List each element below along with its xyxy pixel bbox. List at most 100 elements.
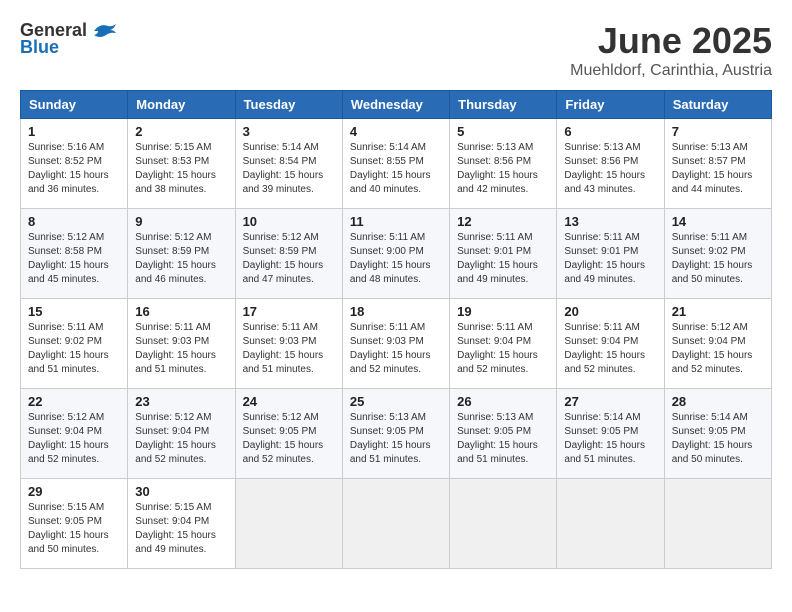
weekday-header-tuesday: Tuesday bbox=[235, 91, 342, 119]
day-cell: 26 Sunrise: 5:13 AMSunset: 9:05 PMDaylig… bbox=[450, 389, 557, 479]
day-info: Sunrise: 5:11 AMSunset: 9:03 PMDaylight:… bbox=[243, 322, 324, 375]
day-number: 12 bbox=[457, 214, 549, 229]
weekday-header-row: SundayMondayTuesdayWednesdayThursdayFrid… bbox=[21, 91, 772, 119]
day-cell: 3 Sunrise: 5:14 AMSunset: 8:54 PMDayligh… bbox=[235, 119, 342, 209]
day-number: 3 bbox=[243, 124, 335, 139]
day-cell: 5 Sunrise: 5:13 AMSunset: 8:56 PMDayligh… bbox=[450, 119, 557, 209]
day-info: Sunrise: 5:11 AMSunset: 9:01 PMDaylight:… bbox=[564, 232, 645, 285]
day-info: Sunrise: 5:12 AMSunset: 8:58 PMDaylight:… bbox=[28, 232, 109, 285]
day-cell bbox=[450, 479, 557, 569]
day-info: Sunrise: 5:11 AMSunset: 9:04 PMDaylight:… bbox=[564, 322, 645, 375]
day-cell: 12 Sunrise: 5:11 AMSunset: 9:01 PMDaylig… bbox=[450, 209, 557, 299]
day-info: Sunrise: 5:15 AMSunset: 8:53 PMDaylight:… bbox=[135, 142, 216, 195]
week-row-2: 8 Sunrise: 5:12 AMSunset: 8:58 PMDayligh… bbox=[21, 209, 772, 299]
day-info: Sunrise: 5:14 AMSunset: 9:05 PMDaylight:… bbox=[564, 412, 645, 465]
day-number: 15 bbox=[28, 304, 120, 319]
logo: General Blue bbox=[20, 20, 118, 58]
day-info: Sunrise: 5:11 AMSunset: 9:02 PMDaylight:… bbox=[672, 232, 753, 285]
day-cell: 1 Sunrise: 5:16 AMSunset: 8:52 PMDayligh… bbox=[21, 119, 128, 209]
day-info: Sunrise: 5:15 AMSunset: 9:05 PMDaylight:… bbox=[28, 502, 109, 555]
day-info: Sunrise: 5:14 AMSunset: 8:54 PMDaylight:… bbox=[243, 142, 324, 195]
calendar-table: SundayMondayTuesdayWednesdayThursdayFrid… bbox=[20, 90, 772, 569]
day-info: Sunrise: 5:12 AMSunset: 9:04 PMDaylight:… bbox=[672, 322, 753, 375]
day-cell: 25 Sunrise: 5:13 AMSunset: 9:05 PMDaylig… bbox=[342, 389, 449, 479]
day-cell bbox=[235, 479, 342, 569]
day-info: Sunrise: 5:11 AMSunset: 9:04 PMDaylight:… bbox=[457, 322, 538, 375]
day-number: 1 bbox=[28, 124, 120, 139]
day-cell: 15 Sunrise: 5:11 AMSunset: 9:02 PMDaylig… bbox=[21, 299, 128, 389]
day-info: Sunrise: 5:12 AMSunset: 9:04 PMDaylight:… bbox=[28, 412, 109, 465]
title-area: June 2025 Muehldorf, Carinthia, Austria bbox=[570, 20, 772, 80]
day-info: Sunrise: 5:16 AMSunset: 8:52 PMDaylight:… bbox=[28, 142, 109, 195]
day-cell bbox=[342, 479, 449, 569]
day-number: 26 bbox=[457, 394, 549, 409]
day-number: 27 bbox=[564, 394, 656, 409]
day-number: 10 bbox=[243, 214, 335, 229]
day-number: 25 bbox=[350, 394, 442, 409]
day-number: 2 bbox=[135, 124, 227, 139]
day-number: 28 bbox=[672, 394, 764, 409]
logo-blue: Blue bbox=[20, 37, 59, 58]
day-cell: 7 Sunrise: 5:13 AMSunset: 8:57 PMDayligh… bbox=[664, 119, 771, 209]
day-cell: 10 Sunrise: 5:12 AMSunset: 8:59 PMDaylig… bbox=[235, 209, 342, 299]
day-cell: 24 Sunrise: 5:12 AMSunset: 9:05 PMDaylig… bbox=[235, 389, 342, 479]
weekday-header-monday: Monday bbox=[128, 91, 235, 119]
day-cell: 6 Sunrise: 5:13 AMSunset: 8:56 PMDayligh… bbox=[557, 119, 664, 209]
week-row-4: 22 Sunrise: 5:12 AMSunset: 9:04 PMDaylig… bbox=[21, 389, 772, 479]
day-info: Sunrise: 5:11 AMSunset: 9:03 PMDaylight:… bbox=[350, 322, 431, 375]
week-row-5: 29 Sunrise: 5:15 AMSunset: 9:05 PMDaylig… bbox=[21, 479, 772, 569]
day-info: Sunrise: 5:12 AMSunset: 9:05 PMDaylight:… bbox=[243, 412, 324, 465]
day-number: 22 bbox=[28, 394, 120, 409]
day-cell bbox=[664, 479, 771, 569]
day-cell: 27 Sunrise: 5:14 AMSunset: 9:05 PMDaylig… bbox=[557, 389, 664, 479]
day-cell: 13 Sunrise: 5:11 AMSunset: 9:01 PMDaylig… bbox=[557, 209, 664, 299]
day-info: Sunrise: 5:11 AMSunset: 9:02 PMDaylight:… bbox=[28, 322, 109, 375]
month-title: June 2025 bbox=[570, 20, 772, 62]
day-info: Sunrise: 5:12 AMSunset: 9:04 PMDaylight:… bbox=[135, 412, 216, 465]
weekday-header-saturday: Saturday bbox=[664, 91, 771, 119]
day-number: 18 bbox=[350, 304, 442, 319]
weekday-header-thursday: Thursday bbox=[450, 91, 557, 119]
day-number: 9 bbox=[135, 214, 227, 229]
day-number: 21 bbox=[672, 304, 764, 319]
day-info: Sunrise: 5:12 AMSunset: 8:59 PMDaylight:… bbox=[243, 232, 324, 285]
day-number: 7 bbox=[672, 124, 764, 139]
day-cell: 19 Sunrise: 5:11 AMSunset: 9:04 PMDaylig… bbox=[450, 299, 557, 389]
day-info: Sunrise: 5:13 AMSunset: 8:56 PMDaylight:… bbox=[457, 142, 538, 195]
day-number: 16 bbox=[135, 304, 227, 319]
location-title: Muehldorf, Carinthia, Austria bbox=[570, 62, 772, 80]
day-info: Sunrise: 5:14 AMSunset: 9:05 PMDaylight:… bbox=[672, 412, 753, 465]
day-info: Sunrise: 5:11 AMSunset: 9:03 PMDaylight:… bbox=[135, 322, 216, 375]
day-cell: 29 Sunrise: 5:15 AMSunset: 9:05 PMDaylig… bbox=[21, 479, 128, 569]
day-cell bbox=[557, 479, 664, 569]
week-row-3: 15 Sunrise: 5:11 AMSunset: 9:02 PMDaylig… bbox=[21, 299, 772, 389]
day-info: Sunrise: 5:14 AMSunset: 8:55 PMDaylight:… bbox=[350, 142, 431, 195]
day-cell: 22 Sunrise: 5:12 AMSunset: 9:04 PMDaylig… bbox=[21, 389, 128, 479]
day-info: Sunrise: 5:15 AMSunset: 9:04 PMDaylight:… bbox=[135, 502, 216, 555]
day-cell: 4 Sunrise: 5:14 AMSunset: 8:55 PMDayligh… bbox=[342, 119, 449, 209]
day-info: Sunrise: 5:11 AMSunset: 9:00 PMDaylight:… bbox=[350, 232, 431, 285]
day-info: Sunrise: 5:13 AMSunset: 9:05 PMDaylight:… bbox=[350, 412, 431, 465]
day-info: Sunrise: 5:11 AMSunset: 9:01 PMDaylight:… bbox=[457, 232, 538, 285]
day-number: 20 bbox=[564, 304, 656, 319]
day-cell: 14 Sunrise: 5:11 AMSunset: 9:02 PMDaylig… bbox=[664, 209, 771, 299]
day-number: 8 bbox=[28, 214, 120, 229]
day-info: Sunrise: 5:12 AMSunset: 8:59 PMDaylight:… bbox=[135, 232, 216, 285]
logo-bird-icon bbox=[90, 21, 118, 41]
weekday-header-friday: Friday bbox=[557, 91, 664, 119]
day-number: 29 bbox=[28, 484, 120, 499]
weekday-header-sunday: Sunday bbox=[21, 91, 128, 119]
day-cell: 28 Sunrise: 5:14 AMSunset: 9:05 PMDaylig… bbox=[664, 389, 771, 479]
day-cell: 17 Sunrise: 5:11 AMSunset: 9:03 PMDaylig… bbox=[235, 299, 342, 389]
day-cell: 9 Sunrise: 5:12 AMSunset: 8:59 PMDayligh… bbox=[128, 209, 235, 299]
day-cell: 20 Sunrise: 5:11 AMSunset: 9:04 PMDaylig… bbox=[557, 299, 664, 389]
day-cell: 2 Sunrise: 5:15 AMSunset: 8:53 PMDayligh… bbox=[128, 119, 235, 209]
day-number: 6 bbox=[564, 124, 656, 139]
day-cell: 11 Sunrise: 5:11 AMSunset: 9:00 PMDaylig… bbox=[342, 209, 449, 299]
weekday-header-wednesday: Wednesday bbox=[342, 91, 449, 119]
day-number: 13 bbox=[564, 214, 656, 229]
day-number: 14 bbox=[672, 214, 764, 229]
day-cell: 23 Sunrise: 5:12 AMSunset: 9:04 PMDaylig… bbox=[128, 389, 235, 479]
day-number: 11 bbox=[350, 214, 442, 229]
day-cell: 18 Sunrise: 5:11 AMSunset: 9:03 PMDaylig… bbox=[342, 299, 449, 389]
